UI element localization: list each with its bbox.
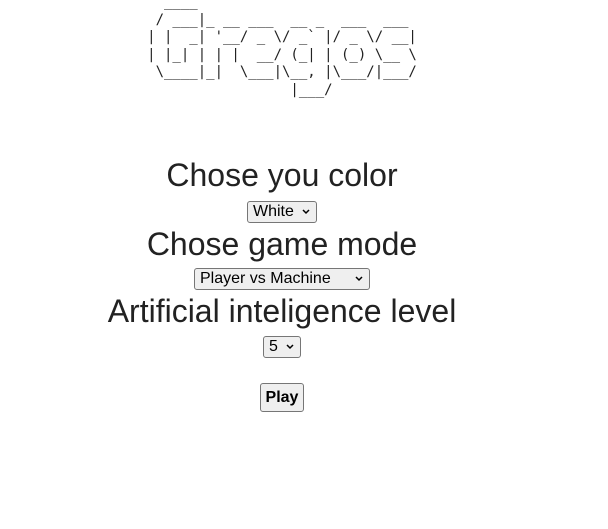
chevron-down-icon — [355, 276, 363, 282]
ai-level-heading: Artificial inteligence level — [107, 293, 457, 329]
ai-level-select[interactable]: 5 — [263, 336, 301, 358]
ai-level-select-value: 5 — [269, 338, 278, 355]
chevron-down-icon — [302, 209, 310, 215]
chevron-down-icon — [286, 344, 294, 350]
mode-select[interactable]: Player vs Machine — [194, 268, 370, 290]
color-select-value: White — [253, 203, 294, 220]
play-button[interactable]: Play — [259, 383, 305, 412]
logo-ascii-art: ____ / ___|_ __ ___ __ _ ___ ___ | | _| … — [147, 0, 417, 98]
color-select[interactable]: White — [247, 201, 317, 223]
main-container: ____ / ___|_ __ ___ __ _ ___ ___ | | _| … — [0, 0, 564, 412]
mode-heading: Chose game mode — [146, 226, 418, 262]
mode-select-value: Player vs Machine — [200, 270, 331, 287]
color-heading: Chose you color — [166, 157, 398, 193]
